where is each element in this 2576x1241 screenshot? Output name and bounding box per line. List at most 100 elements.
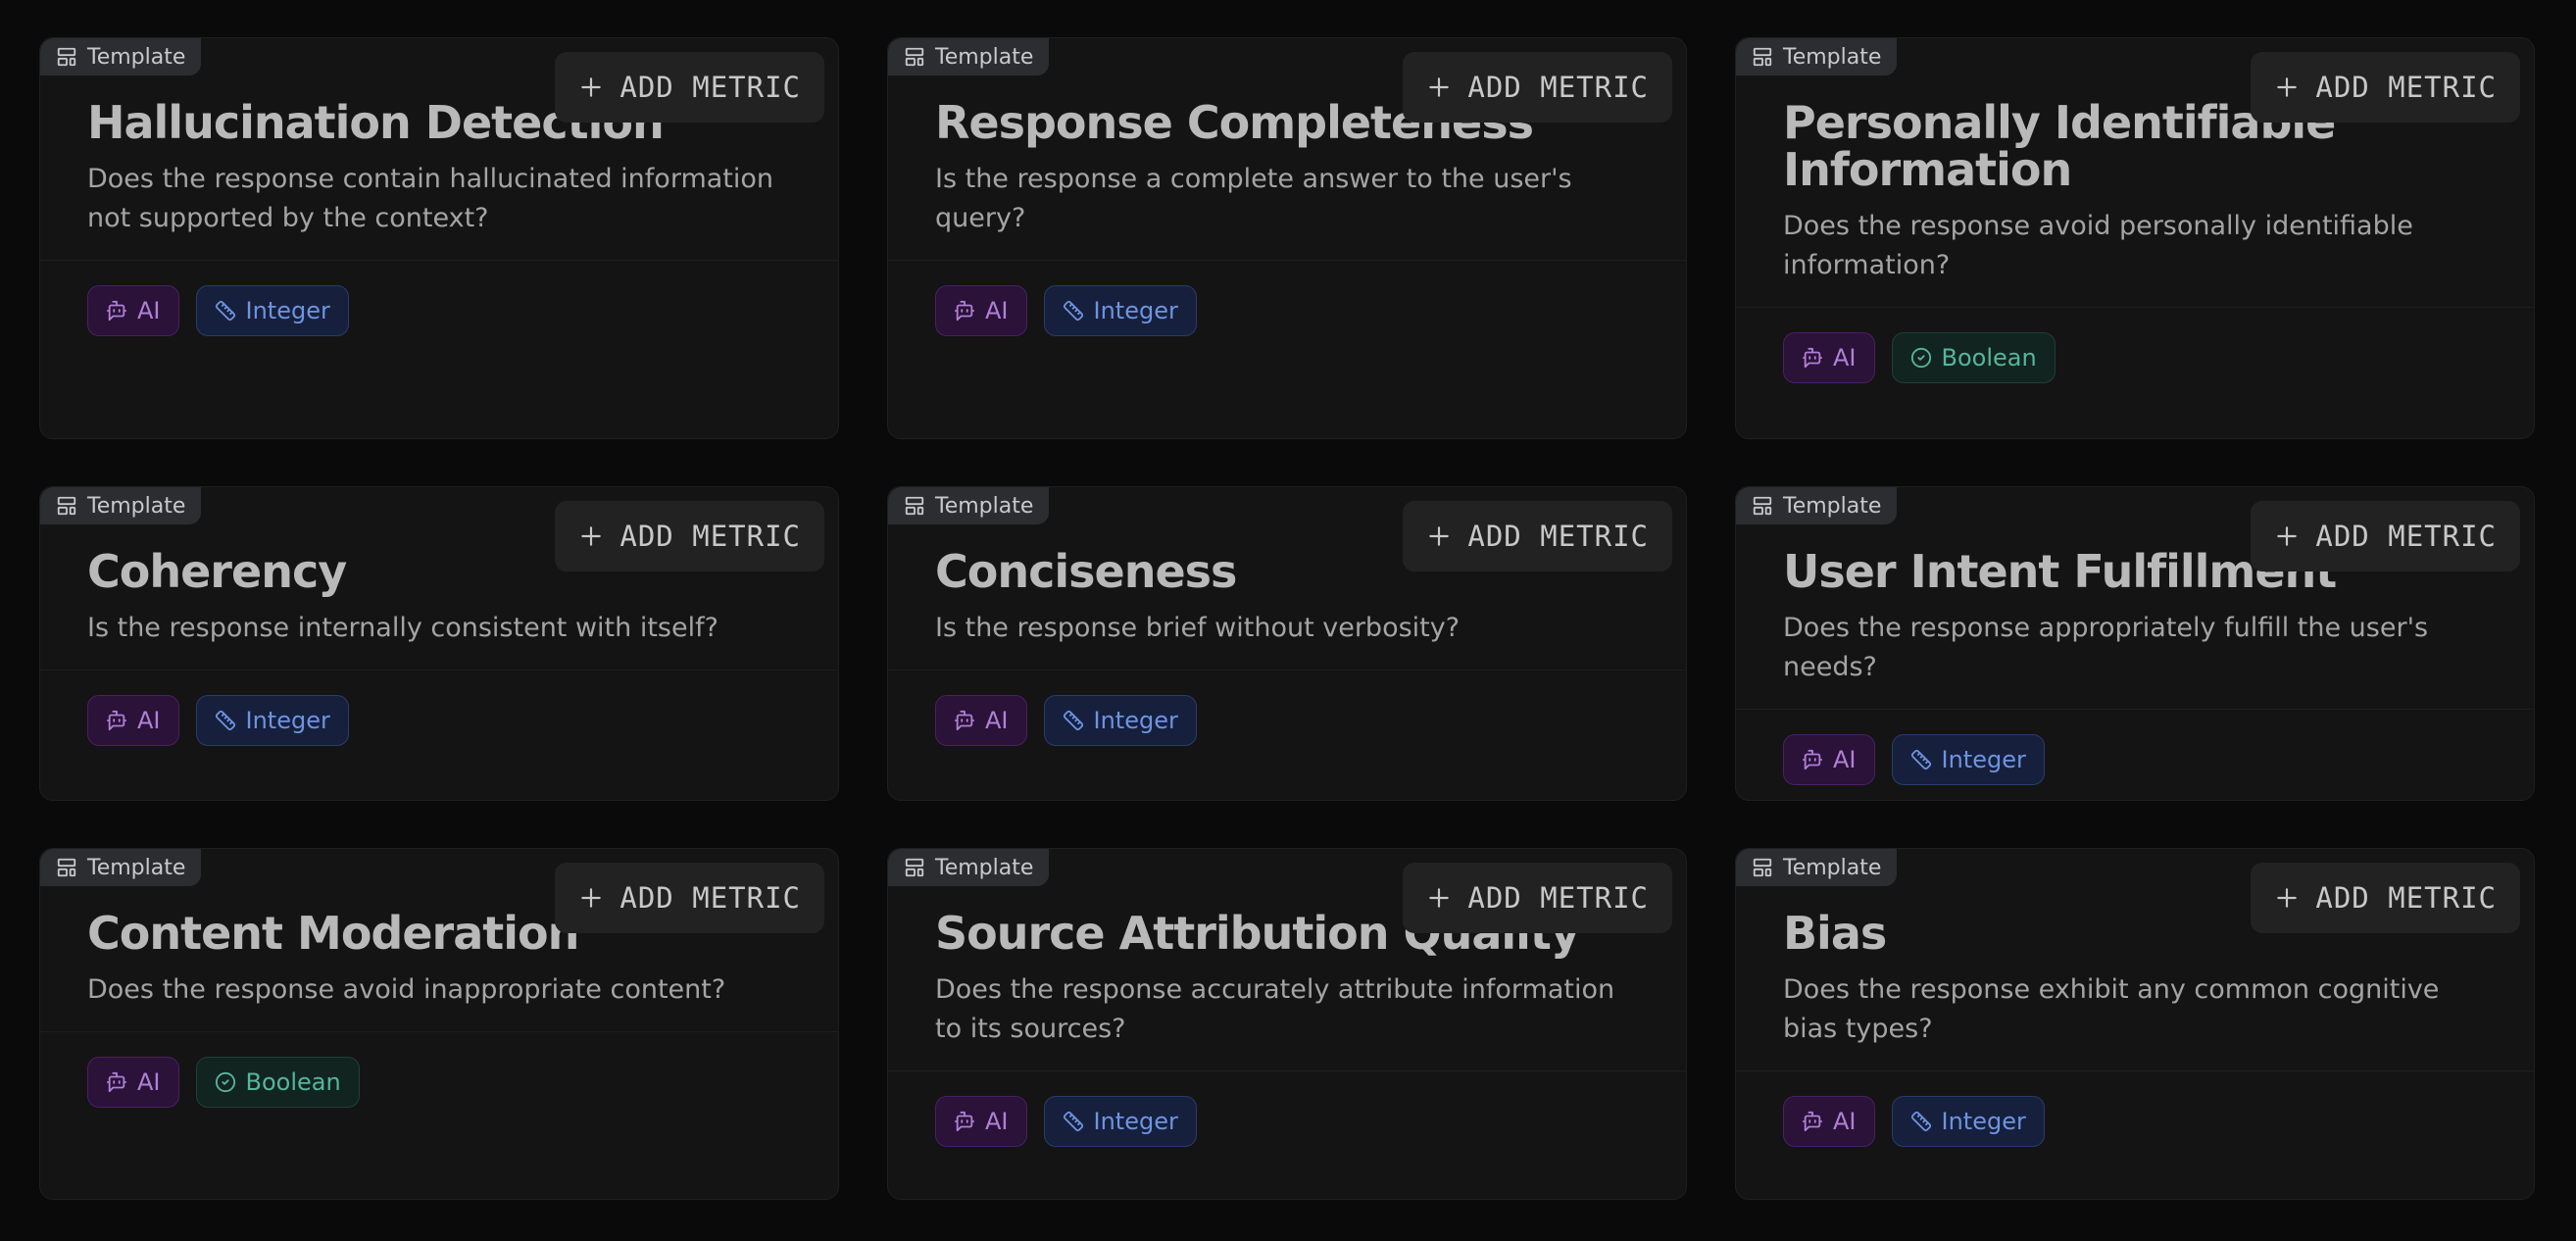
metric-tags: AI Integer <box>888 670 1686 746</box>
type-tag-label: Integer <box>1941 1108 2026 1135</box>
metric-card: Template ADD METRIC Conciseness Is the r… <box>887 486 1687 801</box>
add-metric-label: ADD METRIC <box>619 881 801 915</box>
bot-icon <box>1802 347 1823 369</box>
layout-template-icon <box>905 47 924 67</box>
bot-icon <box>106 710 127 731</box>
type-tag-label: Boolean <box>245 1068 341 1096</box>
ai-tag-label: AI <box>1833 746 1857 773</box>
add-metric-button[interactable]: ADD METRIC <box>555 863 824 933</box>
add-metric-button[interactable]: ADD METRIC <box>2251 501 2520 571</box>
metric-tags: AI Boolean <box>40 1032 838 1108</box>
bot-icon <box>1802 749 1823 770</box>
add-metric-button[interactable]: ADD METRIC <box>1403 52 1672 123</box>
ruler-icon <box>215 300 235 322</box>
add-metric-label: ADD METRIC <box>619 71 801 104</box>
layout-template-icon <box>905 496 924 516</box>
type-tag-label: Integer <box>1941 746 2026 773</box>
add-metric-label: ADD METRIC <box>2315 71 2497 104</box>
add-metric-button[interactable]: ADD METRIC <box>555 501 824 571</box>
metric-tags: AI Integer <box>40 670 838 746</box>
template-badge-label: Template <box>87 44 186 70</box>
ai-tag-label: AI <box>985 297 1009 324</box>
layout-template-icon <box>905 858 924 877</box>
template-badge-label: Template <box>935 493 1034 519</box>
layout-template-icon <box>1753 496 1772 516</box>
integer-tag: Integer <box>1043 1096 1197 1147</box>
plus-icon <box>581 888 602 908</box>
integer-tag: Integer <box>195 285 349 336</box>
add-metric-button[interactable]: ADD METRIC <box>555 52 824 123</box>
bot-icon <box>106 300 127 322</box>
ruler-icon <box>1910 749 1931 770</box>
layout-template-icon <box>1753 47 1772 67</box>
template-badge-label: Template <box>935 855 1034 880</box>
type-tag-label: Integer <box>245 297 330 324</box>
ai-tag-label: AI <box>985 1108 1009 1135</box>
add-metric-button[interactable]: ADD METRIC <box>1403 501 1672 571</box>
type-tag-label: Integer <box>1093 707 1178 734</box>
layout-template-icon <box>57 47 76 67</box>
plus-icon <box>1429 526 1450 546</box>
ai-tag: AI <box>87 695 179 746</box>
integer-tag: Integer <box>195 695 349 746</box>
add-metric-button[interactable]: ADD METRIC <box>1403 863 1672 933</box>
template-badge-label: Template <box>87 493 186 519</box>
bot-icon <box>1802 1111 1823 1132</box>
plus-icon <box>2277 526 2298 546</box>
metric-tags: AI Integer <box>1736 710 2534 785</box>
type-tag-label: Integer <box>245 707 330 734</box>
bot-icon <box>954 710 975 731</box>
metric-description: Does the response exhibit any common cog… <box>1783 974 2440 1044</box>
metric-card: Template ADD METRIC Content Moderation D… <box>39 848 839 1200</box>
template-badge: Template <box>888 38 1050 75</box>
metric-description: Is the response brief without verbosity? <box>935 613 1461 643</box>
metric-tags: AI Integer <box>888 1071 1686 1147</box>
boolean-tag: Boolean <box>195 1057 360 1108</box>
metric-tags: AI Integer <box>40 261 838 336</box>
add-metric-label: ADD METRIC <box>1467 71 1649 104</box>
ai-tag-label: AI <box>137 297 161 324</box>
layout-template-icon <box>57 858 76 877</box>
template-badge: Template <box>1736 487 1898 524</box>
ai-tag-label: AI <box>137 707 161 734</box>
plus-icon <box>581 77 602 97</box>
template-badge-label: Template <box>1783 855 1882 880</box>
add-metric-button[interactable]: ADD METRIC <box>2251 52 2520 123</box>
ruler-icon <box>1063 710 1083 731</box>
bot-icon <box>954 1111 975 1132</box>
ai-tag: AI <box>935 695 1027 746</box>
bot-icon <box>106 1071 127 1093</box>
plus-icon <box>2277 77 2298 97</box>
ruler-icon <box>1910 1111 1931 1132</box>
metric-tags: AI Boolean <box>1736 308 2534 383</box>
template-badge-label: Template <box>935 44 1034 70</box>
layout-template-icon <box>1753 858 1772 877</box>
ruler-icon <box>1063 300 1083 322</box>
template-badge: Template <box>1736 38 1898 75</box>
metric-card: Template ADD METRIC Bias Does the respon… <box>1735 848 2535 1200</box>
ai-tag: AI <box>1783 1096 1875 1147</box>
metric-description: Does the response contain hallucinated i… <box>87 164 774 233</box>
add-metric-label: ADD METRIC <box>2315 520 2497 553</box>
ai-tag-label: AI <box>1833 344 1857 372</box>
integer-tag: Integer <box>1891 734 2045 785</box>
metric-card: Template ADD METRIC Response Completenes… <box>887 37 1687 439</box>
ai-tag: AI <box>1783 332 1875 383</box>
boolean-tag: Boolean <box>1891 332 2056 383</box>
type-tag-label: Integer <box>1093 297 1178 324</box>
template-badge: Template <box>40 487 202 524</box>
template-badge-label: Template <box>1783 493 1882 519</box>
plus-icon <box>581 526 602 546</box>
ai-tag: AI <box>87 1057 179 1108</box>
template-badge: Template <box>1736 849 1898 886</box>
bot-icon <box>954 300 975 322</box>
ai-tag: AI <box>935 285 1027 336</box>
metric-description: Does the response avoid personally ident… <box>1783 211 2413 280</box>
ruler-icon <box>215 710 235 731</box>
circle-check-icon <box>215 1071 235 1093</box>
metric-description: Is the response a complete answer to the… <box>935 164 1572 233</box>
add-metric-button[interactable]: ADD METRIC <box>2251 863 2520 933</box>
add-metric-label: ADD METRIC <box>1467 881 1649 915</box>
plus-icon <box>1429 888 1450 908</box>
type-tag-label: Boolean <box>1941 344 2037 372</box>
